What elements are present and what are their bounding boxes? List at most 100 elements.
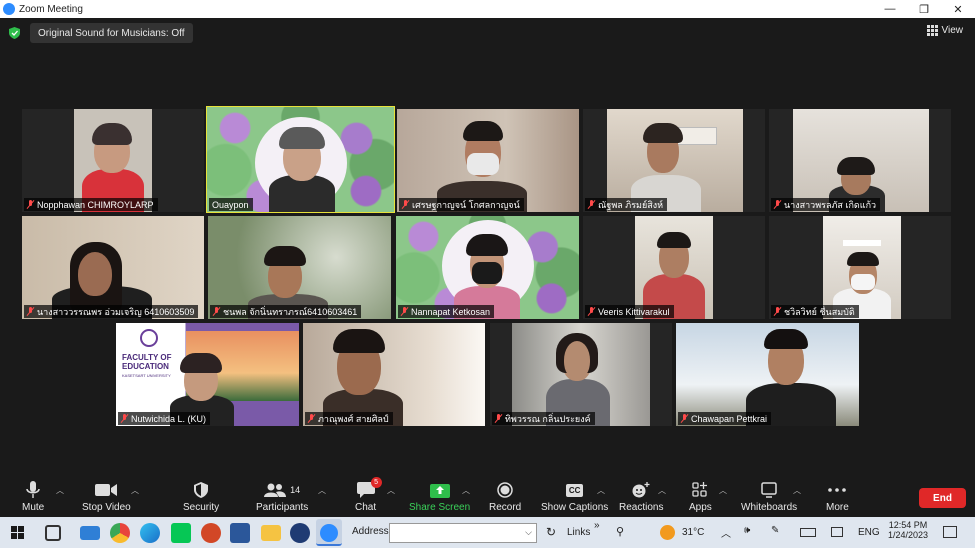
mic-muted-icon bbox=[401, 307, 408, 316]
edge-icon[interactable] bbox=[140, 523, 160, 543]
original-sound-button[interactable]: Original Sound for Musicians: Off bbox=[30, 23, 193, 43]
mail-icon[interactable] bbox=[80, 526, 100, 540]
participant-name-tag: Nannapat Ketkosan bbox=[398, 305, 495, 318]
apps-options-chevron-icon[interactable]: ︿ bbox=[719, 485, 727, 496]
video-tile[interactable]: ชวิลวิทย์ ชื่นสมบัติ bbox=[769, 216, 951, 319]
input-language[interactable]: ENG bbox=[858, 527, 880, 538]
video-tile[interactable]: ณัฐพล ภิรมย์สิงห์ bbox=[583, 109, 765, 212]
weather-sun-icon[interactable] bbox=[660, 525, 675, 540]
participants-options-chevron-icon[interactable]: ︿ bbox=[318, 485, 326, 496]
volume-icon[interactable]: 🕪 bbox=[744, 525, 750, 536]
faculty-seal-icon bbox=[140, 329, 158, 347]
participant-name-tag: เศรษฐกาญจน์ โกศลกาญจน์ bbox=[399, 198, 524, 211]
participant-name-tag: ณัฐพล ภิรมย์สิงห์ bbox=[585, 198, 668, 211]
whiteboard-icon bbox=[761, 481, 777, 499]
restore-button[interactable]: ❐ bbox=[907, 0, 941, 18]
mic-muted-icon bbox=[308, 414, 315, 423]
zoom-logo-icon bbox=[3, 3, 15, 15]
minimize-button[interactable]: — bbox=[873, 0, 907, 18]
video-tile[interactable]: Nopphawan CHIMROYLARP bbox=[22, 109, 204, 212]
windows-start-icon[interactable] bbox=[11, 526, 24, 539]
meeting-topbar: Original Sound for Musicians: Off View bbox=[0, 18, 975, 48]
line-app-icon[interactable] bbox=[171, 523, 191, 543]
mic-muted-icon bbox=[774, 307, 781, 316]
people-icon[interactable]: ⚲ bbox=[616, 525, 624, 538]
video-tile[interactable]: ภาณุพงศ์ สายศิลป์ bbox=[303, 323, 485, 426]
address-input[interactable]: ⌵ bbox=[389, 523, 537, 543]
more-button[interactable]: More bbox=[826, 481, 849, 513]
refresh-icon[interactable]: ↻ bbox=[546, 525, 556, 539]
reactions-button[interactable]: Reactions bbox=[619, 481, 663, 513]
clock[interactable]: 12:54 PM 1/24/2023 bbox=[886, 520, 930, 540]
keyboard-icon[interactable] bbox=[800, 528, 816, 537]
window-title: Zoom Meeting bbox=[19, 3, 83, 15]
share-options-chevron-icon[interactable]: ︿ bbox=[462, 485, 470, 496]
video-tile[interactable]: ชนพล จักนิ่นทราภรณ์6410603461 bbox=[208, 216, 391, 319]
task-view-icon[interactable] bbox=[45, 525, 61, 541]
grid-view-icon bbox=[926, 25, 938, 36]
stop-video-button[interactable]: Stop Video bbox=[82, 481, 131, 513]
microphone-icon bbox=[26, 481, 40, 499]
links-overflow-chevron-icon[interactable]: » bbox=[594, 520, 600, 531]
share-screen-button[interactable]: Share Screen bbox=[409, 481, 470, 513]
links-toolbar-label[interactable]: Links bbox=[567, 527, 590, 538]
notification-center-icon[interactable] bbox=[943, 526, 957, 538]
captions-options-chevron-icon[interactable]: ︿ bbox=[597, 485, 605, 496]
taskbar-zoom-app[interactable] bbox=[316, 519, 342, 546]
participant-name-tag: Nopphawan CHIMROYLARP bbox=[24, 198, 158, 211]
pen-icon[interactable]: ✎ bbox=[771, 525, 779, 536]
whiteboards-button[interactable]: Whiteboards bbox=[741, 481, 797, 513]
video-tile[interactable]: Nannapat Ketkosan bbox=[396, 216, 579, 319]
mute-button[interactable]: Mute bbox=[22, 481, 44, 513]
word-icon[interactable] bbox=[230, 523, 250, 543]
more-dots-icon bbox=[828, 481, 847, 499]
windows-taskbar: Address ⌵ ↻ Links » ⚲ 31°C ︿ 🕪 ✎ ENG 12:… bbox=[0, 517, 975, 548]
mic-muted-icon bbox=[588, 307, 595, 316]
video-tile[interactable]: FACULTY OF EDUCATION KASETSART UNIVERSIT… bbox=[116, 323, 299, 426]
mic-muted-icon bbox=[27, 200, 34, 209]
powerpoint-icon[interactable] bbox=[201, 523, 221, 543]
mic-muted-icon bbox=[402, 200, 409, 209]
participant-name-tag: นางสาวพรลภัส เกิดแก้ว bbox=[771, 198, 881, 211]
reactions-options-chevron-icon[interactable]: ︿ bbox=[658, 485, 666, 496]
webex-icon[interactable] bbox=[290, 523, 310, 543]
security-button[interactable]: Security bbox=[183, 481, 219, 513]
video-tile[interactable]: Chawapan Pettkrai bbox=[676, 323, 859, 426]
chat-options-chevron-icon[interactable]: ︿ bbox=[387, 485, 395, 496]
video-tile[interactable]: นางสาววรรณพร อ่วมเจริญ 6410603509 bbox=[22, 216, 204, 319]
video-tile-active-speaker[interactable]: Ouaypon bbox=[206, 106, 395, 213]
chat-button[interactable]: 5 Chat bbox=[355, 477, 382, 513]
view-label: View bbox=[941, 25, 964, 36]
weather-temperature[interactable]: 31°C bbox=[682, 527, 704, 538]
participant-name-tag: นางสาววรรณพร อ่วมเจริญ 6410603509 bbox=[24, 305, 199, 318]
reactions-smiley-icon bbox=[632, 481, 650, 499]
display-icon[interactable] bbox=[831, 527, 843, 537]
video-tile[interactable]: ทิพวรรณ กลิ่นประยงค์ bbox=[490, 323, 672, 426]
apps-grid-icon bbox=[692, 481, 708, 499]
video-tile[interactable]: นางสาวพรลภัส เกิดแก้ว bbox=[769, 109, 951, 212]
participant-name-tag: Veeris Kittivarakul bbox=[585, 305, 674, 318]
address-dropdown-icon[interactable]: ⌵ bbox=[525, 527, 532, 538]
chrome-icon[interactable] bbox=[110, 523, 130, 543]
video-options-chevron-icon[interactable]: ︿ bbox=[131, 485, 139, 496]
video-tile[interactable]: Veeris Kittivarakul bbox=[583, 216, 765, 319]
participants-button[interactable]: 14 Participants bbox=[256, 481, 308, 513]
end-meeting-button[interactable]: End bbox=[919, 488, 966, 508]
view-button[interactable]: View bbox=[926, 25, 964, 36]
close-button[interactable]: ✕ bbox=[941, 0, 975, 18]
audio-options-chevron-icon[interactable]: ︿ bbox=[56, 485, 64, 496]
mic-muted-icon bbox=[681, 414, 688, 423]
mic-muted-icon bbox=[495, 414, 502, 423]
tray-overflow-chevron-icon[interactable]: ︿ bbox=[721, 525, 731, 540]
apps-button[interactable]: Apps bbox=[689, 481, 712, 513]
record-button[interactable]: Record bbox=[489, 481, 521, 513]
whiteboards-options-chevron-icon[interactable]: ︿ bbox=[793, 485, 801, 496]
file-explorer-icon[interactable] bbox=[261, 525, 281, 541]
encryption-shield-icon[interactable] bbox=[9, 27, 20, 39]
record-icon bbox=[497, 481, 513, 499]
share-screen-icon bbox=[429, 481, 450, 499]
video-tile[interactable]: เศรษฐกาญจน์ โกศลกาญจน์ bbox=[397, 109, 579, 212]
participant-name-tag: ภาณุพงศ์ สายศิลป์ bbox=[305, 412, 393, 425]
participant-name-tag: ชวิลวิทย์ ชื่นสมบัติ bbox=[771, 305, 859, 318]
participant-name-tag: Ouaypon bbox=[209, 198, 253, 211]
